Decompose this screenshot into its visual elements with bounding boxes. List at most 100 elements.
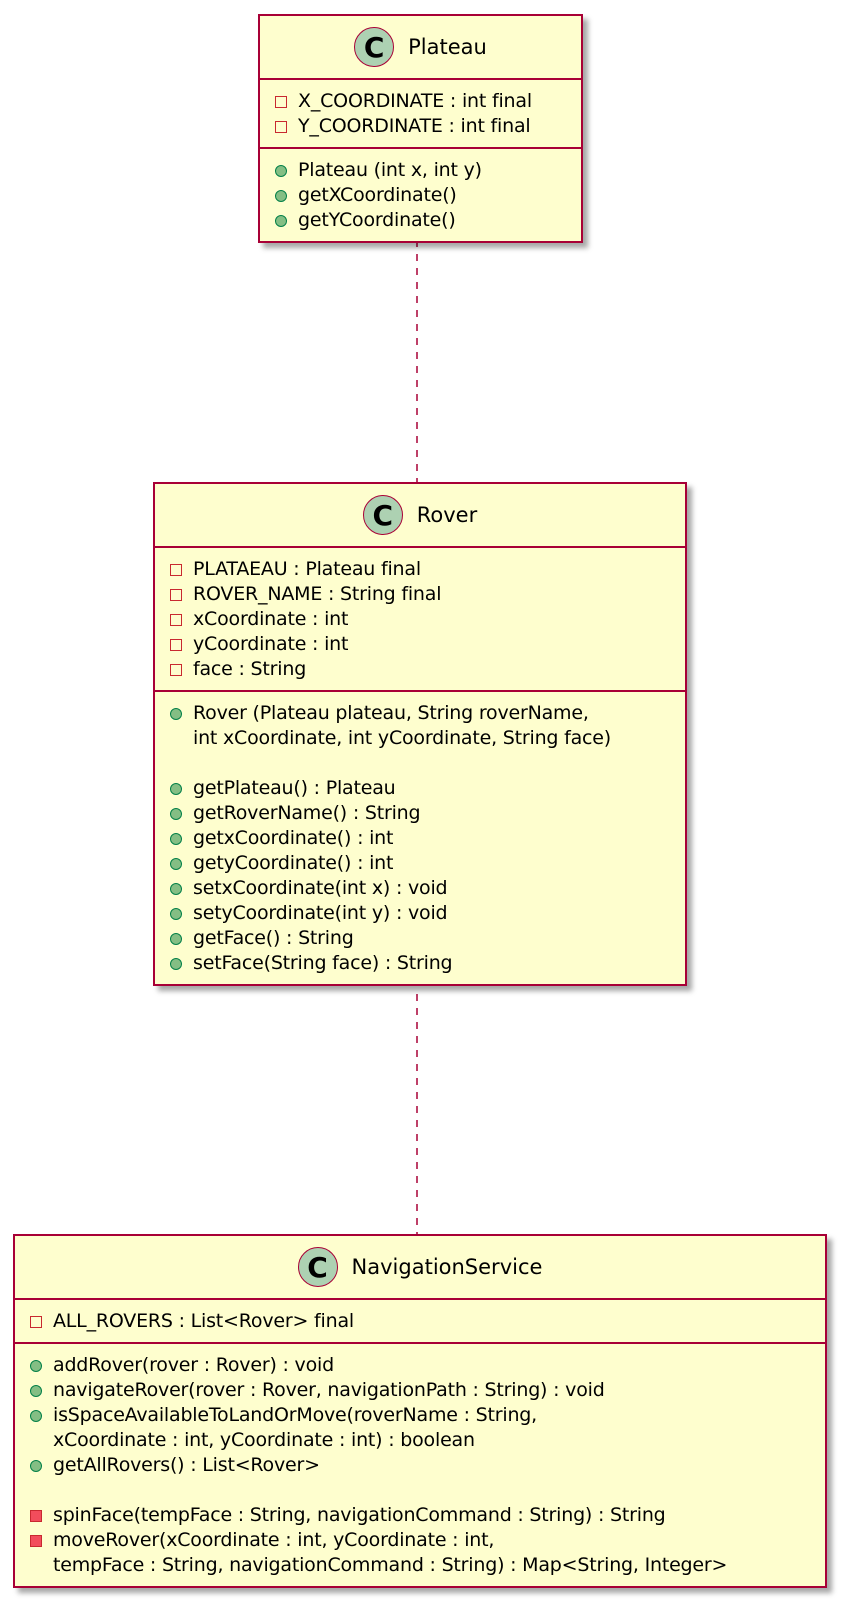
- method-text: addRover(rover : Rover) : void: [53, 1354, 334, 1376]
- method-row: Plateau (int x, int y): [274, 158, 581, 183]
- class-header: C NavigationService: [15, 1236, 825, 1300]
- method-continuation-row: xCoordinate : int, yCoordinate : int) : …: [29, 1428, 825, 1453]
- public-method-icon: [29, 1378, 43, 1403]
- method-row: getXCoordinate(): [274, 183, 581, 208]
- public-method-icon: [274, 208, 288, 233]
- method-text: tempFace : String, navigationCommand : S…: [53, 1554, 728, 1576]
- field-text: PLATAEAU : Plateau final: [193, 558, 421, 580]
- field-text: ROVER_NAME : String final: [193, 583, 442, 605]
- public-method-icon: [169, 801, 183, 826]
- private-method-icon: [29, 1503, 43, 1528]
- private-field-icon: [274, 114, 288, 139]
- public-method-icon: [29, 1403, 43, 1428]
- method-row: moveRover(xCoordinate : int, yCoordinate…: [29, 1528, 825, 1553]
- public-method-icon: [274, 158, 288, 183]
- field-row: yCoordinate : int: [169, 632, 685, 657]
- method-text: getYCoordinate(): [298, 209, 456, 231]
- method-row: isSpaceAvailableToLandOrMove(roverName :…: [29, 1403, 825, 1428]
- method-row: addRover(rover : Rover) : void: [29, 1353, 825, 1378]
- field-row: X_COORDINATE : int final: [274, 89, 581, 114]
- public-method-icon: [169, 876, 183, 901]
- private-field-icon: [169, 632, 183, 657]
- class-name: Rover: [416, 502, 478, 527]
- method-text: spinFace(tempFace : String, navigationCo…: [53, 1504, 666, 1526]
- field-row: ROVER_NAME : String final: [169, 582, 685, 607]
- field-text: face : String: [193, 658, 307, 680]
- field-text: Y_COORDINATE : int final: [298, 115, 531, 137]
- method-row: getRoverName() : String: [169, 801, 685, 826]
- method-text: isSpaceAvailableToLandOrMove(roverName :…: [53, 1404, 537, 1426]
- public-method-icon: [169, 701, 183, 726]
- method-text: navigateRover(rover : Rover, navigationP…: [53, 1379, 605, 1401]
- method-row: setxCoordinate(int x) : void: [169, 876, 685, 901]
- class-c-icon: C: [297, 1247, 338, 1287]
- field-row: face : String: [169, 657, 685, 682]
- method-text: getPlateau() : Plateau: [193, 777, 396, 799]
- private-method-icon: [29, 1528, 43, 1553]
- method-spacer: [29, 1478, 825, 1503]
- methods-compartment: Plateau (int x, int y) getXCoordinate() …: [260, 149, 581, 241]
- method-text: setxCoordinate(int x) : void: [193, 877, 448, 899]
- method-text: setFace(String face) : String: [193, 952, 453, 974]
- method-row: getYCoordinate(): [274, 208, 581, 233]
- private-field-icon: [169, 557, 183, 582]
- public-method-icon: [169, 776, 183, 801]
- class-navigationservice: C NavigationService ALL_ROVERS : List<Ro…: [13, 1234, 827, 1588]
- method-row: setyCoordinate(int y) : void: [169, 901, 685, 926]
- public-method-icon: [169, 851, 183, 876]
- class-header: C Rover: [155, 484, 685, 548]
- private-field-icon: [169, 607, 183, 632]
- method-text: getyCoordinate() : int: [193, 852, 394, 874]
- private-field-icon: [29, 1309, 43, 1334]
- public-method-icon: [169, 826, 183, 851]
- method-text: getxCoordinate() : int: [193, 827, 394, 849]
- private-field-icon: [169, 657, 183, 682]
- class-c-icon: C: [354, 27, 395, 67]
- field-text: ALL_ROVERS : List<Rover> final: [53, 1310, 354, 1332]
- private-field-icon: [169, 582, 183, 607]
- method-row: getAllRovers() : List<Rover>: [29, 1453, 825, 1478]
- fields-compartment: ALL_ROVERS : List<Rover> final: [15, 1300, 825, 1344]
- public-method-icon: [29, 1353, 43, 1378]
- class-header: C Plateau: [260, 16, 581, 80]
- class-name: Plateau: [408, 34, 487, 59]
- field-text: X_COORDINATE : int final: [298, 90, 532, 112]
- fields-compartment: PLATAEAU : Plateau final ROVER_NAME : St…: [155, 548, 685, 692]
- class-name: NavigationService: [351, 1254, 543, 1279]
- method-text: getAllRovers() : List<Rover>: [53, 1454, 320, 1476]
- method-text: setyCoordinate(int y) : void: [193, 902, 448, 924]
- methods-compartment: addRover(rover : Rover) : void navigateR…: [15, 1344, 825, 1586]
- public-method-icon: [29, 1453, 43, 1478]
- field-text: xCoordinate : int: [193, 608, 349, 630]
- field-text: yCoordinate : int: [193, 633, 349, 655]
- field-row: xCoordinate : int: [169, 607, 685, 632]
- method-continuation-row: int xCoordinate, int yCoordinate, String…: [169, 726, 685, 751]
- method-row: Rover (Plateau plateau, String roverName…: [169, 701, 685, 726]
- method-row: navigateRover(rover : Rover, navigationP…: [29, 1378, 825, 1403]
- field-row: Y_COORDINATE : int final: [274, 114, 581, 139]
- method-row: spinFace(tempFace : String, navigationCo…: [29, 1503, 825, 1528]
- method-text: moveRover(xCoordinate : int, yCoordinate…: [53, 1529, 495, 1551]
- uml-class-diagram: C Plateau X_COORDINATE : int final Y_COO…: [0, 0, 850, 1615]
- public-method-icon: [169, 951, 183, 976]
- method-row: getPlateau() : Plateau: [169, 776, 685, 801]
- method-row: getFace() : String: [169, 926, 685, 951]
- field-row: ALL_ROVERS : List<Rover> final: [29, 1309, 825, 1334]
- public-method-icon: [274, 183, 288, 208]
- methods-compartment: Rover (Plateau plateau, String roverName…: [155, 692, 685, 984]
- public-method-icon: [169, 901, 183, 926]
- method-text: getRoverName() : String: [193, 802, 421, 824]
- private-field-icon: [274, 89, 288, 114]
- method-text: getXCoordinate(): [298, 184, 457, 206]
- class-plateau: C Plateau X_COORDINATE : int final Y_COO…: [258, 14, 583, 243]
- public-method-icon: [169, 926, 183, 951]
- class-rover: C Rover PLATAEAU : Plateau final ROVER_N…: [153, 482, 687, 986]
- method-spacer: [169, 751, 685, 776]
- method-text: Rover (Plateau plateau, String roverName…: [193, 702, 589, 724]
- method-row: getxCoordinate() : int: [169, 826, 685, 851]
- method-text: xCoordinate : int, yCoordinate : int) : …: [53, 1429, 475, 1451]
- method-text: getFace() : String: [193, 927, 354, 949]
- class-c-icon: C: [362, 495, 403, 535]
- field-row: PLATAEAU : Plateau final: [169, 557, 685, 582]
- method-continuation-row: tempFace : String, navigationCommand : S…: [29, 1553, 825, 1578]
